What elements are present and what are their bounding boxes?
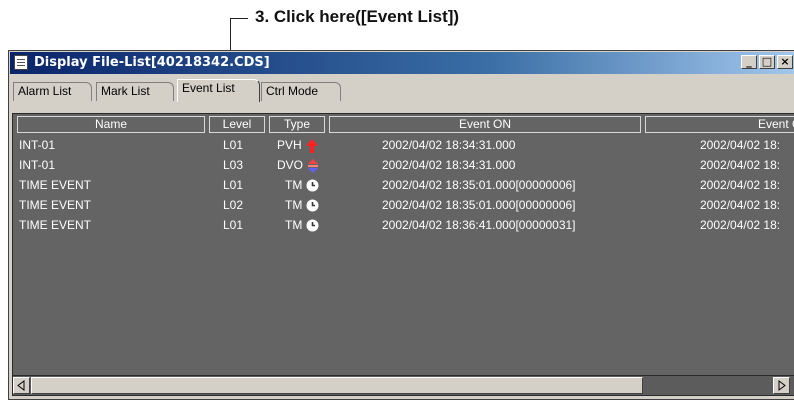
table-row[interactable]: TIME EVENT L01 TM 2002/04/02 18:36:41.00… bbox=[13, 216, 794, 236]
table-row[interactable]: TIME EVENT L01 TM 2002/04/02 18:35:01.00… bbox=[13, 176, 794, 196]
cell-type: TM bbox=[285, 218, 319, 232]
cell-name: TIME EVENT bbox=[19, 198, 92, 212]
cell-level: L01 bbox=[223, 218, 244, 232]
clock-icon bbox=[306, 179, 319, 192]
clock-icon bbox=[306, 199, 319, 212]
scroll-left-button[interactable] bbox=[13, 377, 30, 394]
updown-arrow-icon bbox=[308, 158, 319, 173]
cell-level: L03 bbox=[223, 158, 244, 172]
column-header-event-on[interactable]: Event ON bbox=[329, 116, 641, 133]
callout-leader-line bbox=[230, 18, 248, 19]
event-list-table: Name Level Type Event ON Event OFF INT-0… bbox=[12, 113, 794, 396]
tab-alarm-list[interactable]: Alarm List bbox=[13, 82, 92, 101]
table-row[interactable]: TIME EVENT L02 TM 2002/04/02 18:35:01.00… bbox=[13, 196, 794, 216]
column-header-name[interactable]: Name bbox=[17, 116, 205, 133]
horizontal-scrollbar[interactable] bbox=[13, 375, 794, 395]
cell-type: DVO bbox=[277, 158, 319, 173]
cell-event-on: 2002/04/02 18:35:01.000[00000006] bbox=[382, 198, 576, 212]
scroll-thumb[interactable] bbox=[31, 377, 643, 394]
minimize-button[interactable]: _ bbox=[741, 55, 757, 69]
table-row[interactable]: INT-01 L03 DVO 2002/04/02 18:34:31.000 2… bbox=[13, 156, 794, 176]
cell-event-on: 2002/04/02 18:34:31.000 bbox=[382, 158, 516, 172]
column-header-level[interactable]: Level bbox=[209, 116, 265, 133]
column-header-event-off[interactable]: Event OFF bbox=[645, 116, 794, 133]
cell-event-on: 2002/04/02 18:34:31.000 bbox=[382, 138, 516, 152]
table-header: Name Level Type Event ON Event OFF bbox=[13, 116, 794, 134]
triangle-left-icon bbox=[17, 380, 25, 391]
cell-event-on: 2002/04/02 18:35:01.000[00000006] bbox=[382, 178, 576, 192]
tab-event-list[interactable]: Event List bbox=[177, 79, 260, 102]
cell-event-off: 2002/04/02 18: bbox=[700, 178, 781, 192]
display-file-list-window: Display File-List[40218342.CDS] _ □ × Al… bbox=[8, 50, 794, 400]
callout-label: 3. Click here([Event List]) bbox=[255, 7, 460, 26]
clock-icon bbox=[306, 219, 319, 232]
window-title: Display File-List[40218342.CDS] bbox=[34, 55, 270, 70]
maximize-button[interactable]: □ bbox=[759, 55, 775, 69]
cell-name: INT-01 bbox=[19, 138, 56, 152]
cell-event-on: 2002/04/02 18:36:41.000[00000031] bbox=[382, 218, 576, 232]
scroll-right-button[interactable] bbox=[773, 377, 790, 394]
cell-type: TM bbox=[285, 198, 319, 212]
cell-level: L02 bbox=[223, 198, 244, 212]
tab-ctrl-mode[interactable]: Ctrl Mode bbox=[261, 82, 341, 101]
cell-event-off: 2002/04/02 18: bbox=[700, 218, 781, 232]
cell-level: L01 bbox=[223, 138, 244, 152]
cell-event-off: 2002/04/02 18: bbox=[700, 158, 781, 172]
tab-mark-list[interactable]: Mark List bbox=[96, 82, 174, 101]
up-arrow-icon bbox=[305, 138, 318, 153]
close-button[interactable]: × bbox=[777, 55, 793, 69]
tab-strip: Alarm List Mark List Event List Ctrl Mod… bbox=[11, 77, 794, 102]
cell-name: TIME EVENT bbox=[19, 178, 92, 192]
triangle-right-icon bbox=[778, 380, 786, 391]
column-header-type[interactable]: Type bbox=[269, 116, 325, 133]
cell-event-off: 2002/04/02 18: bbox=[700, 198, 781, 212]
title-bar[interactable]: Display File-List[40218342.CDS] _ □ × bbox=[10, 52, 794, 74]
cell-level: L01 bbox=[223, 178, 244, 192]
window-icon bbox=[14, 55, 28, 70]
cell-type: TM bbox=[285, 178, 319, 192]
cell-type: PVH bbox=[277, 138, 318, 153]
table-row[interactable]: INT-01 L01 PVH 2002/04/02 18:34:31.000 2… bbox=[13, 136, 794, 156]
cell-name: TIME EVENT bbox=[19, 218, 92, 232]
cell-event-off: 2002/04/02 18: bbox=[700, 138, 781, 152]
cell-name: INT-01 bbox=[19, 158, 56, 172]
